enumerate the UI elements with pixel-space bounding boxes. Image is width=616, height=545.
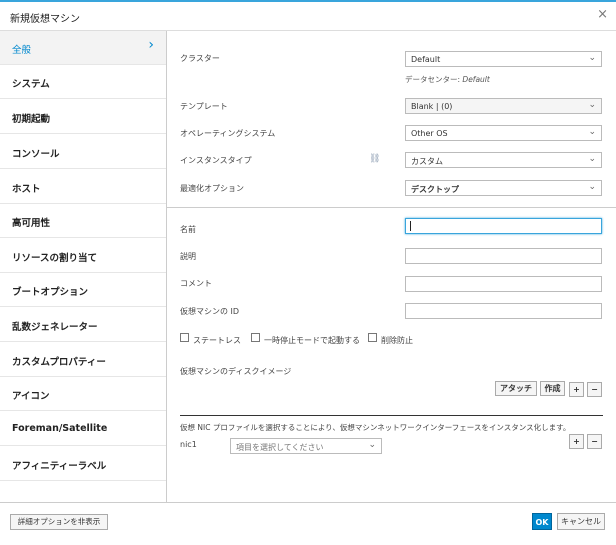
- template-label: テンプレート: [180, 102, 228, 111]
- chevron-down-icon: ⌄: [588, 53, 596, 63]
- sidebar-item-label: ホスト: [12, 184, 41, 195]
- remove-disk-button[interactable]: −: [587, 382, 602, 397]
- sidebar-item-custom-properties[interactable]: カスタムプロパティー: [0, 343, 166, 377]
- sidebar-item-general[interactable]: 全般 ›: [0, 31, 166, 65]
- instance-type-select[interactable]: カスタム ⌄: [405, 152, 602, 168]
- chevron-down-icon: ⌄: [588, 182, 596, 192]
- description-field[interactable]: [405, 248, 602, 264]
- cancel-button[interactable]: キャンセル: [557, 513, 605, 530]
- name-field[interactable]: [405, 218, 602, 234]
- sidebar: 全般 › システム 初期起動 コンソール ホスト 高可用性 リソースの割り当て …: [0, 31, 167, 502]
- sidebar-item-label: 全般: [12, 45, 32, 56]
- dialog-title: 新規仮想マシン: [10, 14, 80, 25]
- cluster-value: Default: [411, 55, 441, 64]
- nic-note: 仮想 NIC プロファイルを選択することにより、仮想マシンネットワークインターフ…: [180, 423, 571, 432]
- add-disk-button[interactable]: +: [569, 382, 584, 397]
- dialog-header: 新規仮想マシン ×: [0, 2, 616, 31]
- sidebar-item-boot-options[interactable]: ブートオプション: [0, 273, 166, 307]
- name-label: 名前: [180, 225, 196, 234]
- sidebar-item-label: システム: [12, 79, 50, 90]
- sidebar-item-label: カスタムプロパティー: [12, 357, 106, 368]
- start-paused-checkbox[interactable]: [251, 333, 260, 342]
- sidebar-item-label: 初期起動: [12, 114, 51, 125]
- remove-nic-button[interactable]: −: [587, 434, 602, 449]
- sidebar-item-label: アフィニティーラベル: [12, 461, 107, 472]
- sidebar-item-label: 乱数ジェネレーター: [12, 322, 98, 333]
- os-label: オペレーティングシステム: [180, 129, 276, 138]
- chevron-down-icon: ⌄: [588, 100, 596, 110]
- os-select[interactable]: Other OS ⌄: [405, 125, 602, 141]
- create-disk-button[interactable]: 作成: [540, 381, 565, 396]
- chevron-down-icon: ⌄: [588, 127, 596, 137]
- comment-field[interactable]: [405, 276, 602, 292]
- sidebar-item-label: リソースの割り当て: [12, 253, 98, 264]
- sidebar-item-affinity-labels[interactable]: アフィニティーラベル: [0, 447, 166, 481]
- link-icon[interactable]: ⛓: [369, 154, 380, 164]
- template-value: Blank | (0): [411, 102, 453, 111]
- optimize-value: デスクトップ: [411, 185, 459, 194]
- chevron-down-icon: ⌄: [368, 440, 376, 450]
- optimize-label: 最適化オプション: [180, 184, 244, 193]
- sidebar-item-label: 高可用性: [12, 218, 51, 229]
- sidebar-item-host[interactable]: ホスト: [0, 170, 166, 204]
- sidebar-item-icon[interactable]: アイコン: [0, 377, 166, 411]
- delete-protection-label: 削除防止: [381, 336, 413, 345]
- comment-label: コメント: [180, 279, 212, 288]
- chevron-right-icon: ›: [148, 37, 154, 53]
- sidebar-item-console[interactable]: コンソール: [0, 135, 166, 169]
- sidebar-item-label: コンソール: [12, 149, 60, 160]
- chevron-down-icon: ⌄: [588, 154, 596, 164]
- section-divider: [167, 207, 616, 208]
- sidebar-item-rng[interactable]: 乱数ジェネレーター: [0, 308, 166, 342]
- datacenter-prefix: データセンター:: [405, 75, 463, 84]
- nic-profile-select[interactable]: 項目を選択してください ⌄: [230, 438, 382, 454]
- sidebar-item-label: Foreman/Satellite: [12, 423, 108, 434]
- template-select[interactable]: Blank | (0) ⌄: [405, 98, 602, 114]
- nic-label: nic1: [180, 440, 197, 449]
- hide-advanced-options-button[interactable]: 詳細オプションを非表示: [10, 514, 108, 530]
- vm-id-field[interactable]: [405, 303, 602, 319]
- description-label: 説明: [180, 252, 196, 261]
- sidebar-item-resource-allocation[interactable]: リソースの割り当て: [0, 239, 166, 273]
- nic-divider: [180, 415, 603, 416]
- vm-id-label: 仮想マシンの ID: [180, 307, 240, 316]
- sidebar-item-label: ブートオプション: [12, 287, 89, 298]
- os-value: Other OS: [411, 129, 448, 138]
- sidebar-item-system[interactable]: システム: [0, 65, 166, 99]
- disk-images-label: 仮想マシンのディスクイメージ: [180, 367, 292, 376]
- delete-protection-checkbox[interactable]: [368, 333, 377, 342]
- cluster-select[interactable]: Default ⌄: [405, 51, 602, 67]
- optimize-select[interactable]: デスクトップ ⌄: [405, 180, 602, 196]
- sidebar-item-high-availability[interactable]: 高可用性: [0, 204, 166, 238]
- sidebar-item-foreman[interactable]: Foreman/Satellite: [0, 412, 166, 446]
- start-paused-label: 一時停止モードで起動する: [264, 336, 360, 345]
- datacenter-text: データセンター: Default: [405, 74, 490, 85]
- text-cursor: [410, 221, 411, 231]
- stateless-checkbox[interactable]: [180, 333, 189, 342]
- stateless-label: ステートレス: [193, 336, 241, 345]
- close-icon[interactable]: ×: [597, 7, 608, 22]
- instance-type-label: インスタンスタイプ: [180, 156, 252, 165]
- nic-profile-placeholder: 項目を選択してください: [236, 443, 324, 452]
- sidebar-item-label: アイコン: [12, 391, 50, 402]
- attach-disk-button[interactable]: アタッチ: [495, 381, 537, 396]
- add-nic-button[interactable]: +: [569, 434, 584, 449]
- datacenter-value: Default: [462, 75, 490, 84]
- ok-button[interactable]: OK: [532, 513, 552, 530]
- cluster-label: クラスター: [180, 54, 220, 63]
- instance-type-value: カスタム: [411, 157, 443, 166]
- sidebar-item-initial-run[interactable]: 初期起動: [0, 100, 166, 134]
